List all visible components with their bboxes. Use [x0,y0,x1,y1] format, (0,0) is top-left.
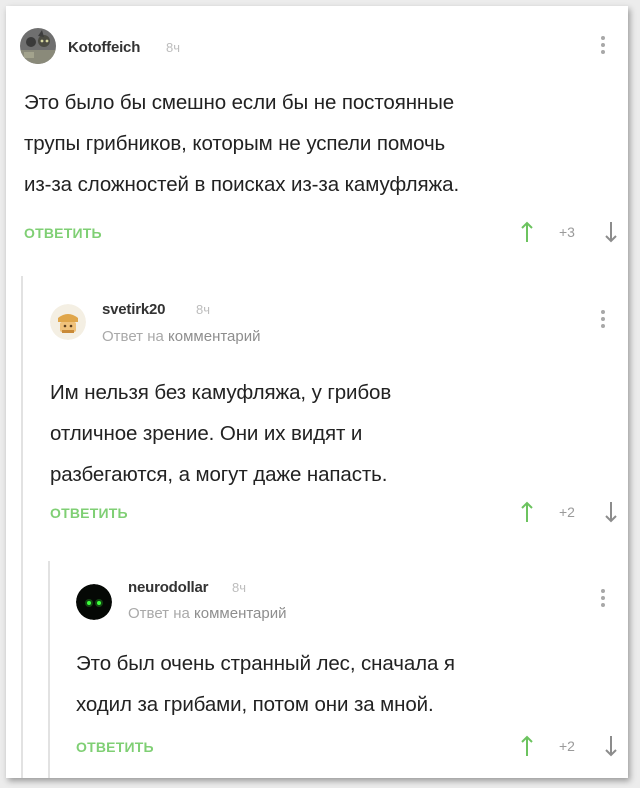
comment-svetirk20: svetirk20 8ч Ответ на комментарий Им нел… [6,276,628,546]
comment-line: разбегаются, а могут даже напасть. [50,463,388,486]
comment-line: Им нельзя без камуфляжа, у грибов [50,381,392,404]
comment-line: трупы грибников, которым не успели помоч… [24,132,446,155]
reply-button[interactable]: ОТВЕТИТЬ [50,505,128,521]
comment-body: Это был очень странный лес, сначала я хо… [76,643,610,725]
vote-controls: +2 [520,735,620,757]
more-vertical-icon[interactable] [600,310,606,332]
reply-to-line: Ответ на комментарий [128,605,287,622]
vote-controls: +2 [520,501,620,523]
arrow-up-icon[interactable] [520,501,534,523]
reply-button[interactable]: ОТВЕТИТЬ [76,739,154,755]
hat-avatar-icon[interactable] [50,304,86,340]
reply-to-line: Ответ на комментарий [102,328,261,345]
glowing-eyes-avatar-icon[interactable] [76,584,112,620]
arrow-up-icon[interactable] [520,221,534,243]
reply-to-prefix: Ответ на [102,328,164,345]
reply-button[interactable]: ОТВЕТИТЬ [24,225,102,241]
reply-to-link[interactable]: комментарий [194,605,286,622]
score: +3 [559,224,575,240]
vote-controls: +3 [520,221,620,243]
comment-neurodollar: neurodollar 8ч Ответ на комментарий Это … [6,561,628,778]
arrow-down-icon[interactable] [604,221,618,243]
timestamp: 8ч [196,302,211,317]
comments-card: Kotoffeich 8ч Это было бы смешно если бы… [6,6,628,778]
score: +2 [559,504,575,520]
arrow-up-icon[interactable] [520,735,534,757]
comment-line: из-за сложностей в поисках из-за камуфля… [24,173,460,196]
username[interactable]: neurodollar [128,579,209,596]
comment-kotoffeich: Kotoffeich 8ч Это было бы смешно если бы… [6,6,628,256]
score: +2 [559,738,575,754]
more-vertical-icon[interactable] [600,36,606,58]
comment-line: Это был очень странный лес, сначала я [76,652,455,675]
timestamp: 8ч [166,40,181,55]
comment-line: отличное зрение. Они их видят и [50,422,363,445]
timestamp: 8ч [232,580,247,595]
comment-line: ходил за грибами, потом они за мной. [76,693,434,716]
more-vertical-icon[interactable] [600,589,606,611]
comment-body: Им нельзя без камуфляжа, у грибов отличн… [50,372,610,495]
reply-to-prefix: Ответ на [128,605,190,622]
username[interactable]: svetirk20 [102,301,165,318]
comment-body: Это было бы смешно если бы не постоянные… [24,82,614,205]
reply-to-link[interactable]: комментарий [168,328,260,345]
username[interactable]: Kotoffeich [68,39,140,56]
cat-avatar-icon[interactable] [20,28,56,64]
arrow-down-icon[interactable] [604,735,618,757]
arrow-down-icon[interactable] [604,501,618,523]
comment-line: Это было бы смешно если бы не постоянные [24,91,455,114]
